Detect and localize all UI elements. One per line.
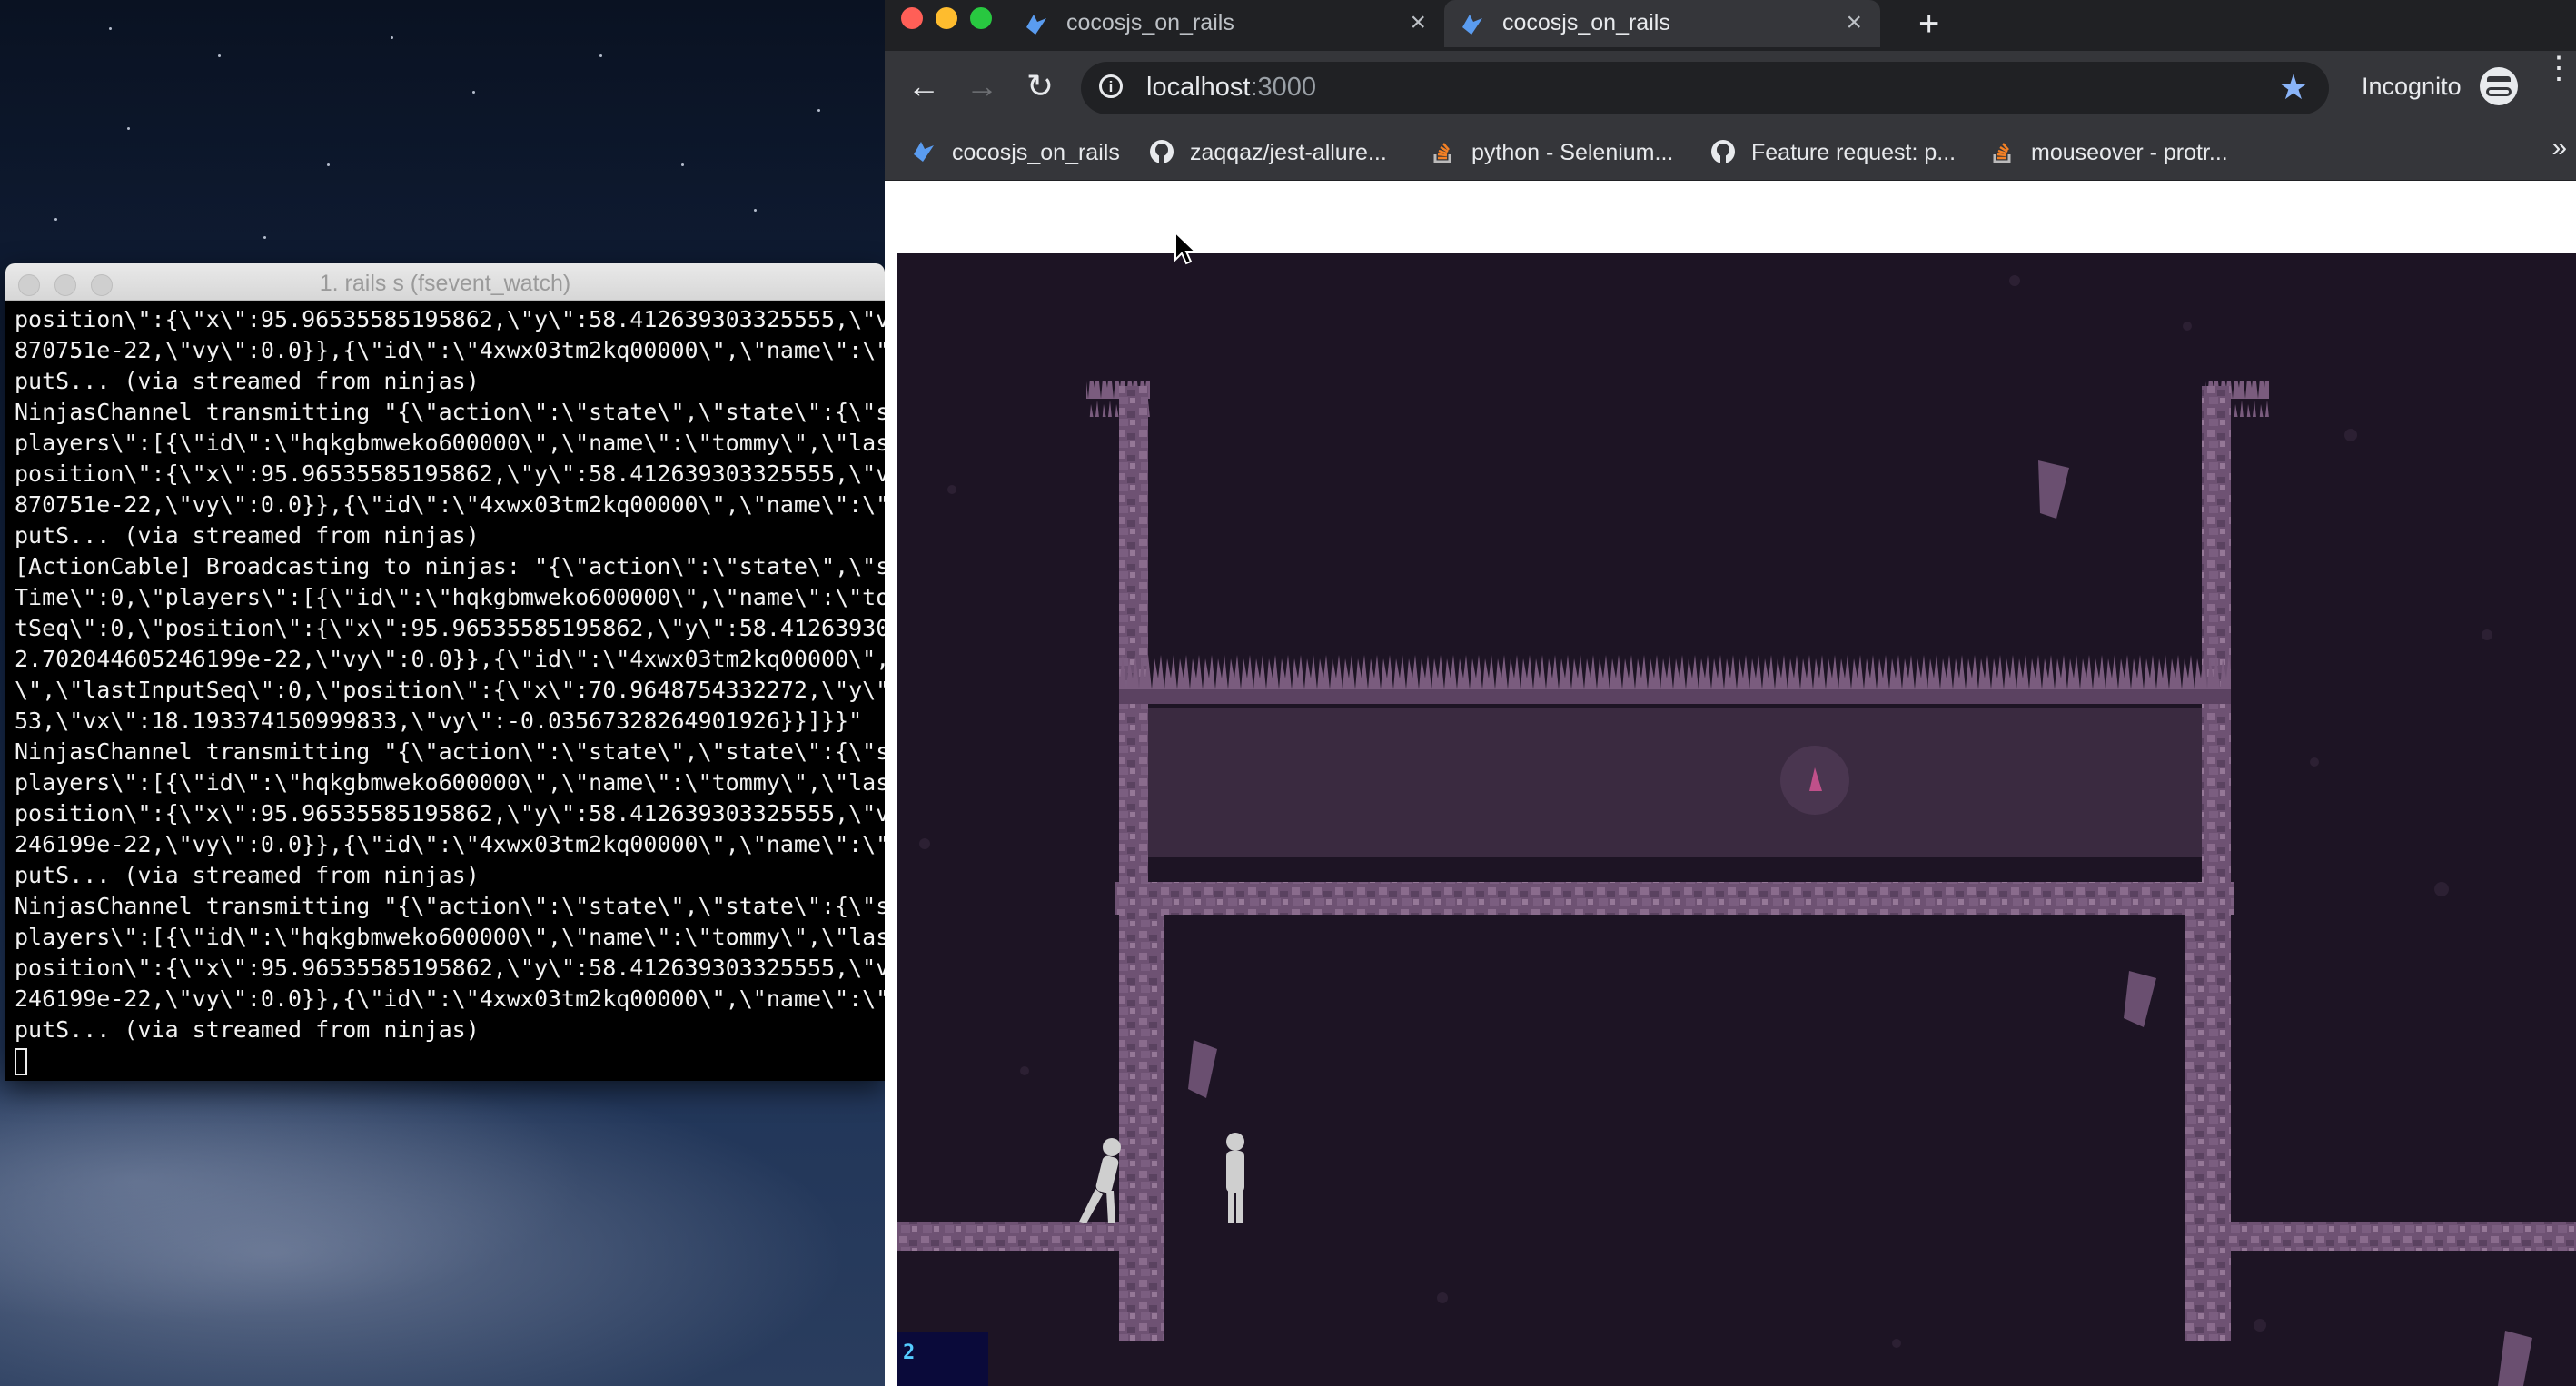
window-close-button[interactable] <box>901 7 923 29</box>
bookmark-label: Feature request: p... <box>1751 140 1957 165</box>
new-tab-button[interactable]: + <box>1918 0 1939 47</box>
game-scene <box>897 275 2576 1386</box>
wallpaper-star <box>263 236 266 239</box>
cocos-icon <box>914 142 934 162</box>
terminal-line: 53,\"vx\":18.193374150999833,\"vy\":-0.0… <box>15 708 863 734</box>
floating-rock <box>2498 1331 2532 1386</box>
wallpaper-star <box>109 27 112 30</box>
terminal-line: NinjasChannel transmitting "{\"action\":… <box>15 893 885 919</box>
cocos-icon <box>1462 15 1482 35</box>
terminal-line: position\":{\"x\":95.96535585195862,\"y\… <box>15 306 885 332</box>
terminal-line: players\":[{\"id\":\"hqkgbmweko600000\",… <box>15 924 885 950</box>
tab-close-icon[interactable]: × <box>1846 7 1862 38</box>
window-minimize-button[interactable] <box>936 7 957 29</box>
terminal-line: 246199e-22,\"vy\":0.0}},{\"id\":\"4xwx03… <box>15 985 885 1012</box>
bookmark-star-icon[interactable]: ★ <box>2278 67 2309 108</box>
terminal-line: 870751e-22,\"vy\":0.0}},{\"id\":\"4xwx03… <box>15 337 885 363</box>
terminal-line: putS... (via streamed from ninjas) <box>15 1016 480 1043</box>
floating-rock <box>2124 971 2156 1027</box>
terminal-line: players\":[{\"id\":\"hqkgbmweko600000\",… <box>15 430 885 456</box>
terminal-line: [ActionCable] Broadcasting to ninjas: "{… <box>15 553 885 579</box>
bookmark-label: mouseover - protr... <box>2031 140 2228 165</box>
tab-cocosjs-on-rails-1[interactable]: cocosjs_on_rails × <box>1008 0 1444 47</box>
tab-cocosjs-on-rails-2[interactable]: cocosjs_on_rails × <box>1444 0 1880 47</box>
cavity-wall <box>1148 708 2202 857</box>
address-bar-url[interactable]: localhost:3000 <box>1146 73 1316 103</box>
terminal-line: tSeq\":0,\"position\":{\"x\":95.96535585… <box>15 615 885 641</box>
terminal-output[interactable]: position\":{\"x\":95.96535585195862,\"y\… <box>5 301 885 1080</box>
floating-rock <box>1188 1040 1217 1098</box>
terminal-line: position\":{\"x\":95.96535585195862,\"y\… <box>15 955 885 981</box>
bookmark-label: python - Selenium... <box>1471 140 1674 165</box>
wallpaper-star <box>327 163 330 166</box>
reload-button[interactable]: ↻ <box>1017 64 1063 109</box>
terminal-line: position\":{\"x\":95.96535585195862,\"y\… <box>15 460 885 487</box>
terminal-line: NinjasChannel transmitting "{\"action\":… <box>15 738 885 765</box>
wallpaper-star <box>391 36 393 39</box>
game-canvas[interactable]: 2 <box>897 253 2576 1386</box>
site-info-icon[interactable]: i <box>1099 74 1123 98</box>
bookmarks-overflow-icon[interactable]: » <box>2551 133 2567 163</box>
terminal-line: NinjasChannel transmitting "{\"action\":… <box>15 399 885 425</box>
lower-right-pillar <box>2185 915 2231 1341</box>
address-bar[interactable]: i localhost:3000 ★ <box>1081 62 2329 114</box>
terminal-line: putS... (via streamed from ninjas) <box>15 368 480 394</box>
lower-left-pillar <box>1119 915 1164 1341</box>
browser-menu-icon[interactable]: ⋮ <box>2543 53 2574 84</box>
bookmark-label: cocosjs_on_rails <box>952 140 1120 165</box>
tab-strip: cocosjs_on_rails × cocosjs_on_rails × + <box>885 0 2576 51</box>
wallpaper-star <box>754 209 757 212</box>
url-host: localhost <box>1146 73 1251 102</box>
page-content: 2 <box>885 181 2576 1386</box>
terminal-line: position\":{\"x\":95.96535585195862,\"y\… <box>15 800 885 827</box>
terminal-titlebar[interactable]: 1. rails s (fsevent_watch) <box>5 263 885 301</box>
wallpaper-star <box>681 163 684 166</box>
wallpaper-star <box>472 91 475 94</box>
terminal-line: 870751e-22,\"vy\":0.0}},{\"id\":\"4xwx03… <box>15 491 885 518</box>
tab-label: cocosjs_on_rails <box>1502 10 1670 35</box>
stackoverflow-icon <box>1993 143 2011 163</box>
tab-close-icon[interactable]: × <box>1410 7 1426 38</box>
terminal-line: 2.702044605246199e-22,\"vy\":0.0}},{\"id… <box>15 646 885 672</box>
stats-value: 2 <box>903 1341 916 1364</box>
wallpaper-star <box>599 54 602 57</box>
terminal-line: putS... (via streamed from ninjas) <box>15 522 480 549</box>
terminal-cursor <box>15 1048 27 1075</box>
wallpaper-star <box>127 127 130 130</box>
bookmark-label: zaqqaz/jest-allure... <box>1190 140 1387 165</box>
url-port: :3000 <box>1250 73 1317 102</box>
browser-toolbar: ← → ↻ i localhost:3000 ★ Incognito ⋮ <box>885 51 2576 125</box>
terminal-line: putS... (via streamed from ninjas) <box>15 862 480 888</box>
wallpaper-star <box>817 109 820 112</box>
window-zoom-button[interactable] <box>970 7 992 29</box>
incognito-label: Incognito <box>2362 73 2462 100</box>
ledge-base <box>1119 689 2231 704</box>
browser-window[interactable]: cocosjs_on_rails × cocosjs_on_rails × + … <box>885 0 2576 1386</box>
ninja-player-running <box>1079 1138 1121 1223</box>
stats-counter: 2 <box>897 1332 988 1386</box>
wallpaper-star <box>54 218 57 221</box>
terminal-line: Time\":0,\"players\":[{\"id\":\"hqkgbmwe… <box>15 584 885 610</box>
cocos-icon <box>1026 15 1046 35</box>
back-button[interactable]: ← <box>901 64 946 109</box>
tab-label: cocosjs_on_rails <box>1066 10 1234 35</box>
terminal-line: players\":[{\"id\":\"hqkgbmweko600000\",… <box>15 769 885 796</box>
terminal-line: 246199e-22,\"vy\":0.0}},{\"id\":\"4xwx03… <box>15 831 885 857</box>
right-floor <box>2185 1222 2576 1251</box>
terminal-line: \",\"lastInputSeq\":0,\"position\":{\"x\… <box>15 677 885 703</box>
left-floor <box>897 1222 1164 1251</box>
incognito-icon[interactable] <box>2480 67 2518 105</box>
floating-rock <box>2038 460 2069 519</box>
ninja-player-standing <box>1226 1133 1244 1223</box>
github-icon <box>1150 140 1174 163</box>
bookmarks-bar: cocosjs_on_rails zaqqaz/jest-allure... p… <box>885 125 2576 181</box>
mouse-pointer-icon <box>1174 231 1197 265</box>
stackoverflow-icon <box>1433 143 1451 163</box>
wallpaper-star <box>218 54 221 57</box>
forward-button[interactable]: → <box>959 64 1005 109</box>
middle-platform <box>1115 882 2234 915</box>
terminal-window[interactable]: 1. rails s (fsevent_watch) position\":{\… <box>5 263 885 1081</box>
github-icon <box>1711 140 1735 163</box>
terminal-title: 1. rails s (fsevent_watch) <box>319 271 571 296</box>
